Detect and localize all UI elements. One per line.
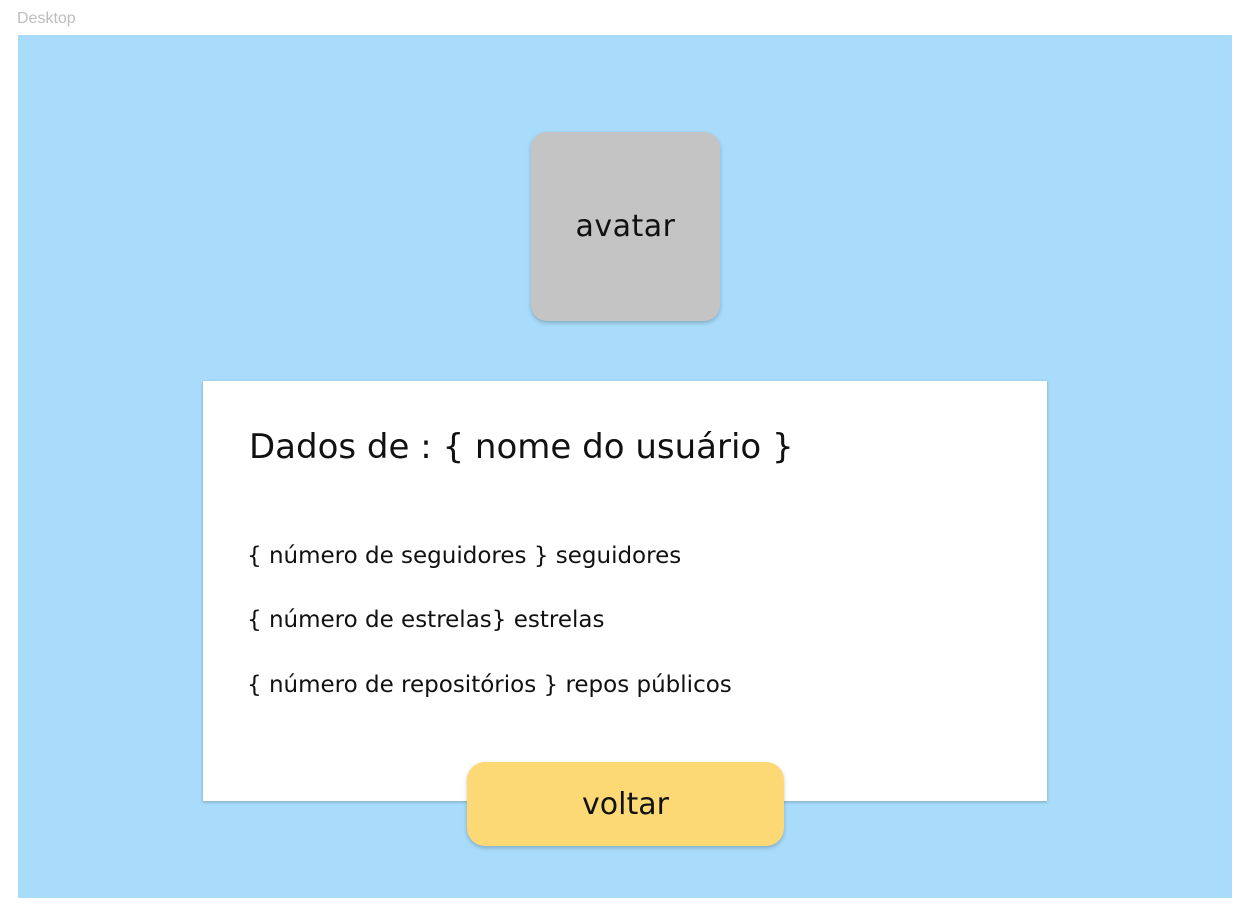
user-data-card: Dados de : { nome do usuário } { número …: [203, 381, 1047, 801]
public-repos-count: { número de repositórios } repos público…: [247, 672, 732, 698]
avatar: avatar: [531, 132, 720, 321]
back-button[interactable]: voltar: [467, 762, 784, 846]
desktop-frame: avatar Dados de : { nome do usuário } { …: [18, 35, 1232, 898]
followers-count: { número de seguidores } seguidores: [247, 543, 682, 569]
card-title: Dados de : { nome do usuário }: [249, 427, 794, 467]
frame-label: Desktop: [17, 10, 76, 27]
stars-count: { número de estrelas} estrelas: [247, 607, 605, 633]
